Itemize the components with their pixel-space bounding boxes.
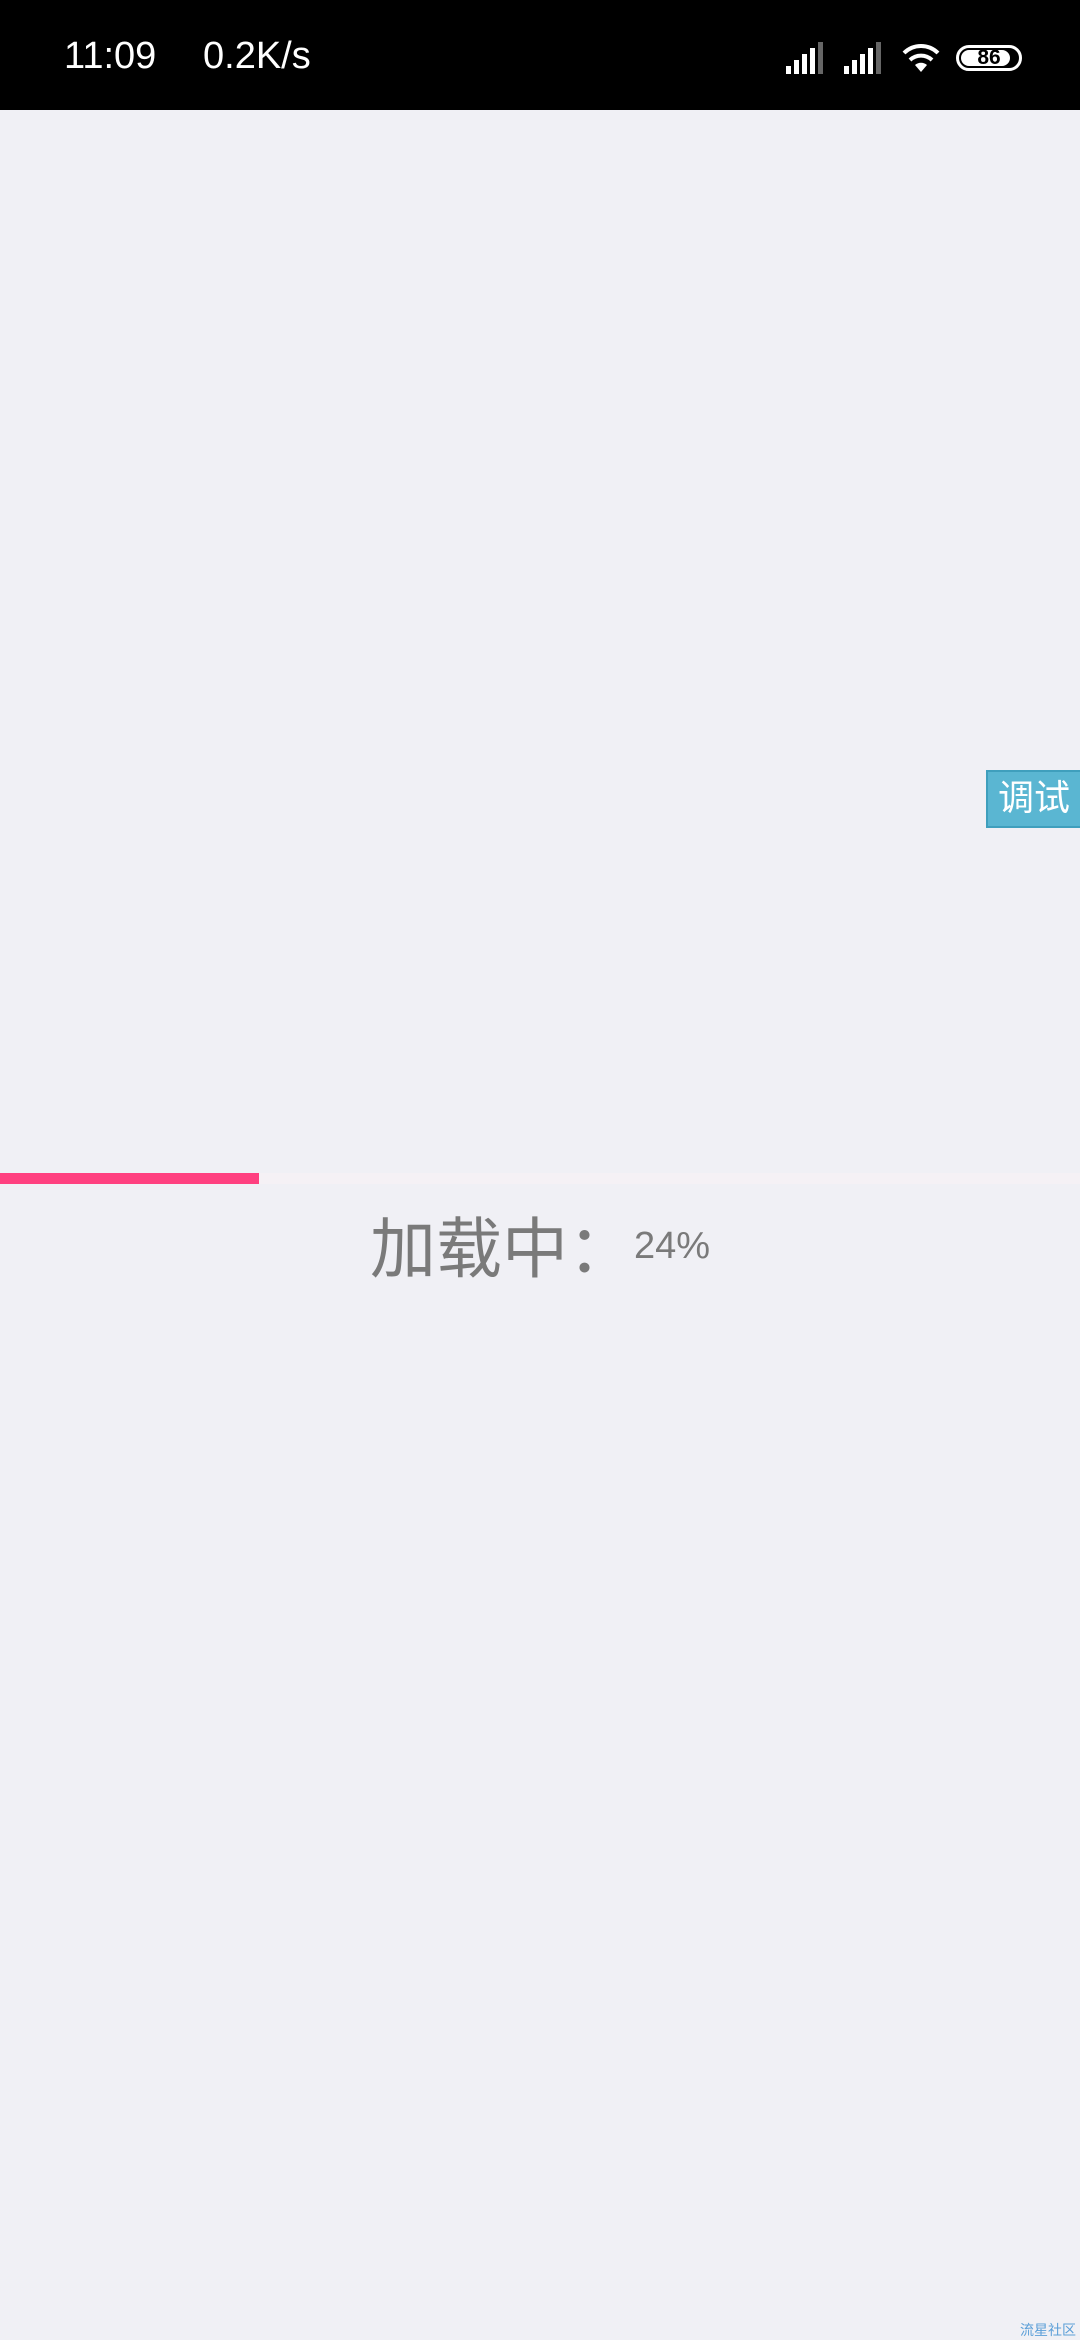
network-speed: 0.2K/s — [203, 35, 311, 77]
wifi-icon — [900, 42, 942, 74]
signal-icon — [784, 42, 828, 74]
status-bar: 11:09 0.2K/s 86 — [0, 0, 1080, 110]
loading-percent: 24% — [633, 1225, 711, 1267]
loading-label: 加载中： — [369, 1211, 634, 1288]
debug-button[interactable]: 调试 — [986, 770, 1080, 828]
progress-bar — [0, 1173, 1080, 1184]
loading-status: 加载中：24% — [0, 1210, 1080, 1290]
status-time: 11:09 — [64, 35, 157, 77]
signal-icon — [842, 42, 886, 74]
watermark: 流星社区 — [1020, 2323, 1076, 2339]
status-icons: 86 — [784, 38, 1022, 78]
battery-icon: 86 — [956, 45, 1022, 71]
battery-level: 86 — [977, 46, 1001, 69]
progress-fill — [0, 1173, 260, 1184]
